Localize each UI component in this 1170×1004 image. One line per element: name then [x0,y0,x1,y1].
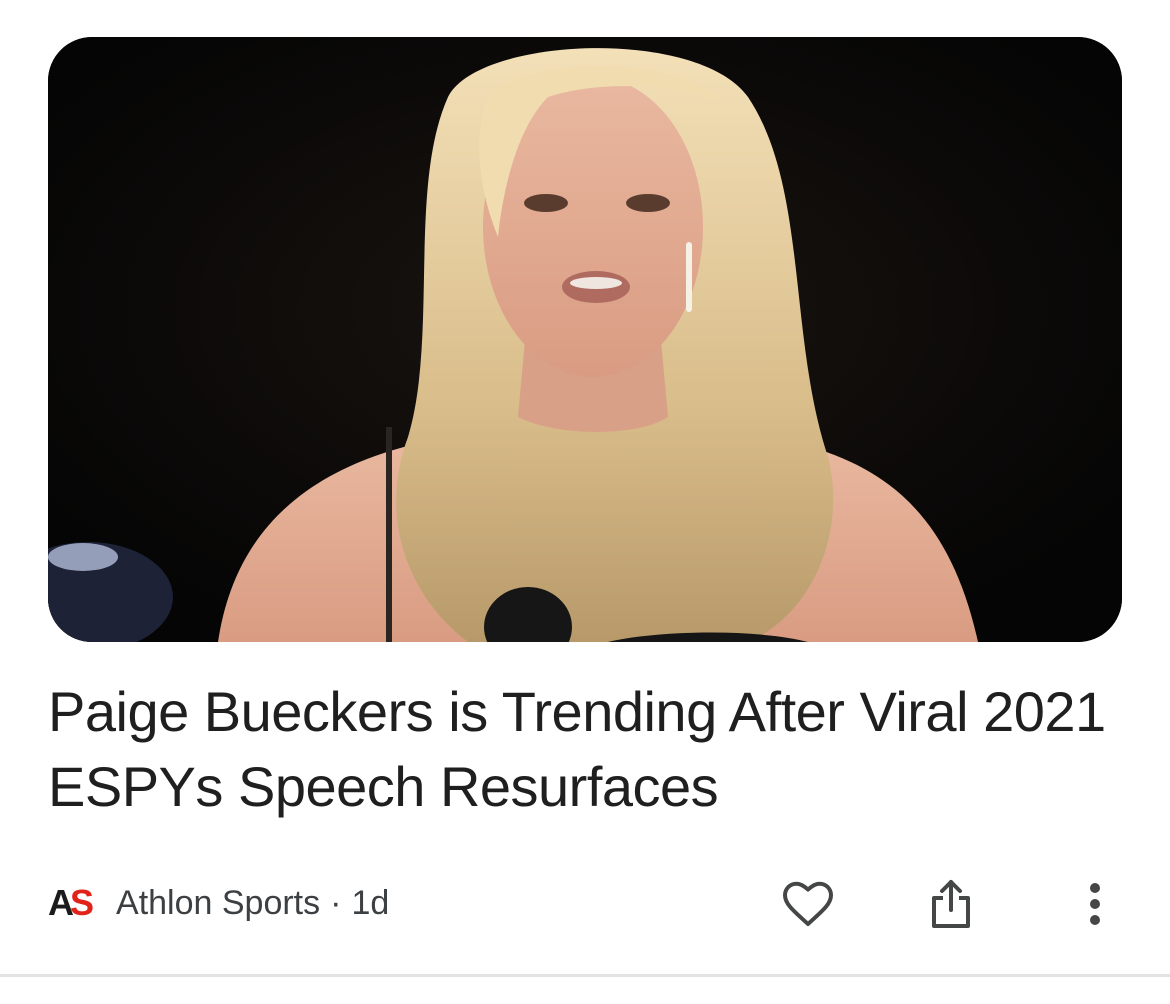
logo-letter-a: A [48,882,74,923]
meta-separator: · [330,883,342,922]
publisher-name[interactable]: Athlon Sports [116,884,320,923]
share-button[interactable] [919,872,983,936]
thumbnail-image [48,37,1122,642]
news-card[interactable]: Paige Bueckers is Trending After Viral 2… [0,0,1170,976]
publisher-logo: A S [48,882,94,923]
more-options-button[interactable] [1063,872,1127,936]
heart-icon [783,881,833,926]
share-icon [932,880,970,928]
article-thumbnail[interactable] [48,37,1122,642]
like-button[interactable] [776,872,840,936]
article-headline[interactable]: Paige Bueckers is Trending After Viral 2… [48,674,1118,824]
article-meta: A S Athlon Sports · 1d [48,872,389,934]
logo-letter-s: S [70,882,94,923]
publish-age: 1d [351,883,390,922]
more-vert-icon [1090,883,1100,925]
card-divider [0,974,1170,977]
